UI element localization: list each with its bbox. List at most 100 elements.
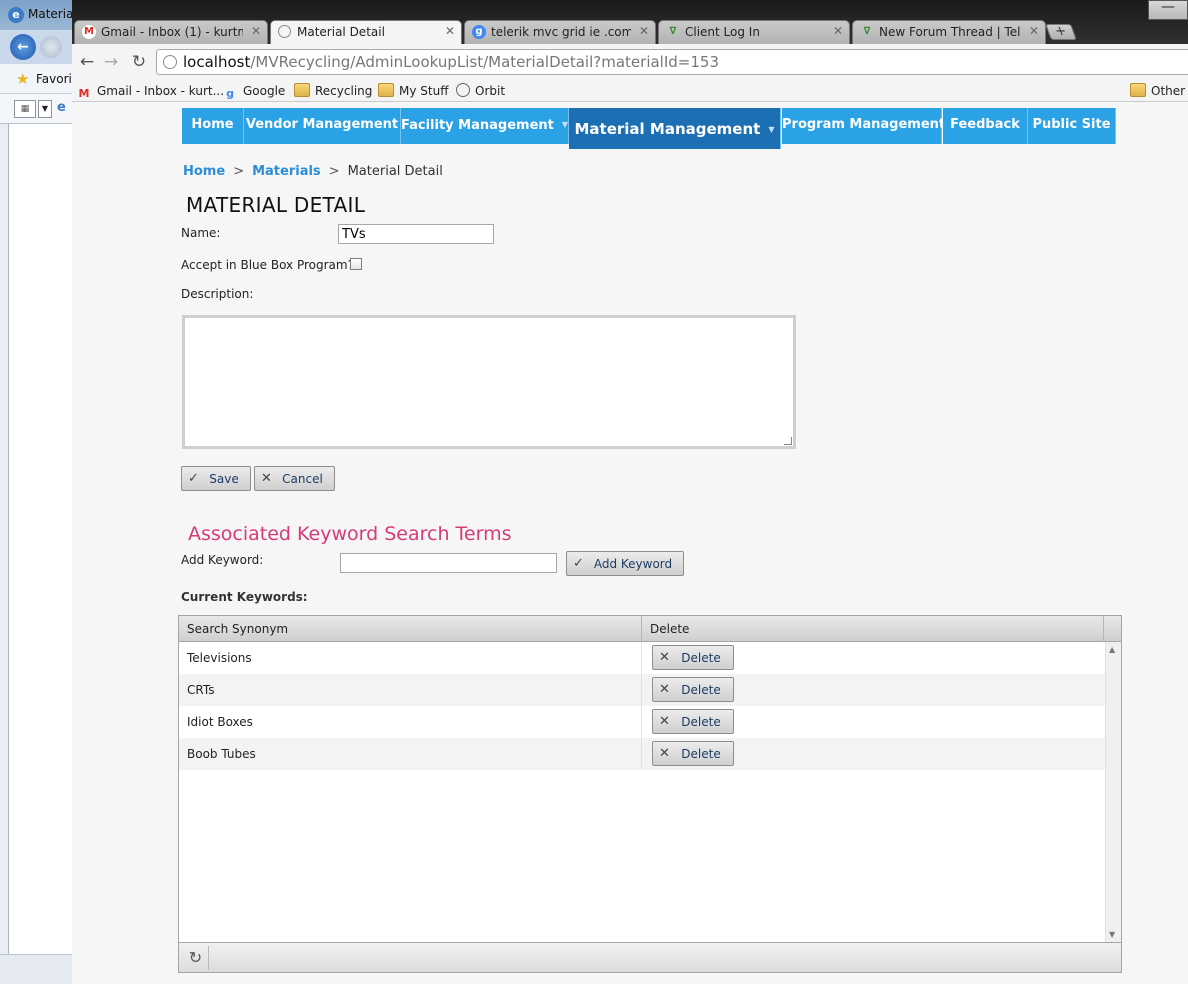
refresh-icon[interactable]: ↻: [183, 946, 209, 970]
close-icon[interactable]: ✕: [1029, 24, 1039, 38]
ie-page-icon: e: [57, 100, 66, 115]
tab-label: Gmail - Inbox (1) - kurtman: [101, 25, 243, 39]
bookmark-my-stuff[interactable]: My Stuff: [378, 82, 448, 100]
cancel-label: Cancel: [282, 472, 323, 486]
back-arrow-icon[interactable]: ←: [76, 51, 98, 73]
close-icon[interactable]: ✕: [639, 24, 649, 38]
name-input[interactable]: [338, 224, 494, 244]
breadcrumb-materials[interactable]: Materials: [252, 164, 321, 179]
delete-button[interactable]: ✕ Delete: [652, 709, 734, 734]
bookmark-orbit[interactable]: Orbit: [456, 82, 505, 100]
nav-material-management[interactable]: Material Management ▼: [569, 108, 781, 149]
nav-label: Feedback: [950, 117, 1020, 132]
breadcrumb-home[interactable]: Home: [183, 164, 225, 179]
close-icon[interactable]: ✕: [445, 24, 455, 38]
tab-forum-thread[interactable]: ∇ New Forum Thread | Telerik ✕: [852, 20, 1046, 44]
close-icon: ✕: [261, 471, 272, 486]
google-icon: g: [472, 25, 486, 39]
resize-grip-icon[interactable]: [784, 437, 792, 445]
page-title: MATERIAL DETAIL: [186, 193, 366, 217]
table-row: Televisions ✕ Delete: [179, 642, 1105, 674]
grid-footer: ↻: [179, 942, 1121, 972]
delete-label: Delete: [681, 715, 721, 729]
new-tab-button[interactable]: +: [1045, 24, 1077, 40]
cell-divider: [641, 642, 642, 674]
grid-scrollbar[interactable]: ▲ ▼: [1105, 642, 1121, 942]
nav-home[interactable]: Home: [182, 108, 244, 144]
save-button[interactable]: ✓ Save: [181, 466, 251, 491]
tab-gmail[interactable]: M Gmail - Inbox (1) - kurtman ✕: [74, 20, 268, 44]
accept-blue-box-checkbox[interactable]: [350, 258, 362, 270]
scroll-up-icon[interactable]: ▲: [1109, 645, 1115, 654]
tab-client-login[interactable]: ∇ Client Log In ✕: [658, 20, 850, 44]
bookmark-google[interactable]: g Google: [222, 82, 285, 100]
nav-facility-management[interactable]: Facility Management ▼: [401, 108, 569, 144]
quick-tabs-icon[interactable]: ▦: [14, 100, 36, 118]
bookmark-label: Orbit: [475, 84, 506, 98]
delete-button[interactable]: ✕ Delete: [652, 677, 734, 702]
ie-back-arrow-icon[interactable]: ←: [10, 34, 36, 60]
cancel-button[interactable]: ✕ Cancel: [254, 466, 335, 491]
chrome-window: M Gmail - Inbox (1) - kurtman ✕ Material…: [72, 0, 1188, 984]
ie-status-bar: [0, 954, 72, 984]
nav-vendor-management[interactable]: Vendor Management: [244, 108, 401, 144]
accept-blue-box-label: Accept in Blue Box Program?: [181, 258, 354, 272]
current-keywords-label: Current Keywords:: [181, 590, 308, 604]
ie-titlebar: e Materia: [0, 0, 72, 30]
close-icon: ✕: [659, 746, 670, 761]
address-bar[interactable]: localhost/MVRecycling/AdminLookupList/Ma…: [156, 49, 1188, 75]
favorites-star-icon[interactable]: ★: [16, 70, 29, 88]
bookmark-other[interactable]: Other b: [1130, 82, 1188, 100]
breadcrumb: Home > Materials > Material Detail: [183, 164, 443, 179]
ie-favorites-label[interactable]: Favori: [36, 72, 72, 86]
browser-toolbar: ← → ↻ localhost/MVRecycling/AdminLookupL…: [72, 44, 1188, 80]
cell-divider: [641, 738, 642, 770]
chevron-down-icon[interactable]: ▼: [38, 100, 52, 118]
url-path: /MVRecycling/AdminLookupList/MaterialDet…: [250, 53, 719, 71]
description-textarea[interactable]: [182, 315, 796, 449]
bookmark-gmail[interactable]: M Gmail - Inbox - kurt...: [76, 82, 225, 100]
google-icon: g: [226, 87, 234, 100]
bookmark-label: Gmail - Inbox - kurt...: [97, 84, 225, 98]
forward-arrow-icon[interactable]: →: [100, 51, 122, 73]
gmail-icon: M: [78, 87, 90, 100]
nav-feedback[interactable]: Feedback: [943, 108, 1028, 144]
delete-button[interactable]: ✕ Delete: [652, 741, 734, 766]
cell-divider: [641, 674, 642, 706]
delete-button[interactable]: ✕ Delete: [652, 645, 734, 670]
add-keyword-button[interactable]: ✓ Add Keyword: [566, 551, 684, 576]
globe-icon: [163, 55, 177, 69]
minimize-button[interactable]: —: [1148, 0, 1188, 20]
add-keyword-input[interactable]: [340, 553, 557, 573]
add-keyword-label: Add Keyword:: [181, 553, 264, 567]
grid-header: Search Synonym Delete: [179, 616, 1121, 642]
bookmark-recycling[interactable]: Recycling: [294, 82, 372, 100]
breadcrumb-separator: >: [233, 164, 245, 179]
column-header-delete[interactable]: Delete: [642, 616, 1104, 642]
tab-telerik-search[interactable]: g telerik mvc grid ie .commar ✕: [464, 20, 656, 44]
web-page: Home Vendor Management Facility Manageme…: [72, 103, 1188, 984]
table-row: Boob Tubes ✕ Delete: [179, 738, 1105, 770]
close-icon[interactable]: ✕: [251, 24, 261, 38]
ie-command-bar: ▦ ▼ e: [0, 94, 72, 124]
nav-public-site[interactable]: Public Site: [1028, 108, 1116, 144]
tab-strip: M Gmail - Inbox (1) - kurtman ✕ Material…: [72, 0, 1188, 45]
nav-label: Material Management: [574, 120, 761, 138]
ie-content-area: [8, 124, 72, 954]
tab-material-detail[interactable]: Material Detail ✕: [270, 20, 462, 45]
scroll-down-icon[interactable]: ▼: [1109, 930, 1115, 939]
caret-down-icon: ▼: [561, 120, 569, 129]
nav-label: Public Site: [1032, 117, 1111, 132]
reload-icon[interactable]: ↻: [128, 51, 150, 73]
tab-label: Material Detail: [297, 25, 385, 39]
column-header-search-synonym[interactable]: Search Synonym: [179, 616, 642, 642]
nav-label: Program Management: [782, 117, 946, 132]
keywords-grid: Search Synonym Delete Televisions ✕ Delet…: [178, 615, 1122, 973]
ie-forward-arrow-icon[interactable]: [40, 36, 62, 58]
breadcrumb-current: Material Detail: [347, 164, 443, 179]
close-icon[interactable]: ✕: [833, 24, 843, 38]
add-keyword-label: Add Keyword: [593, 557, 673, 571]
telerik-icon: ∇: [863, 26, 871, 37]
nav-program-management[interactable]: Program Management: [782, 108, 946, 144]
delete-label: Delete: [681, 651, 721, 665]
